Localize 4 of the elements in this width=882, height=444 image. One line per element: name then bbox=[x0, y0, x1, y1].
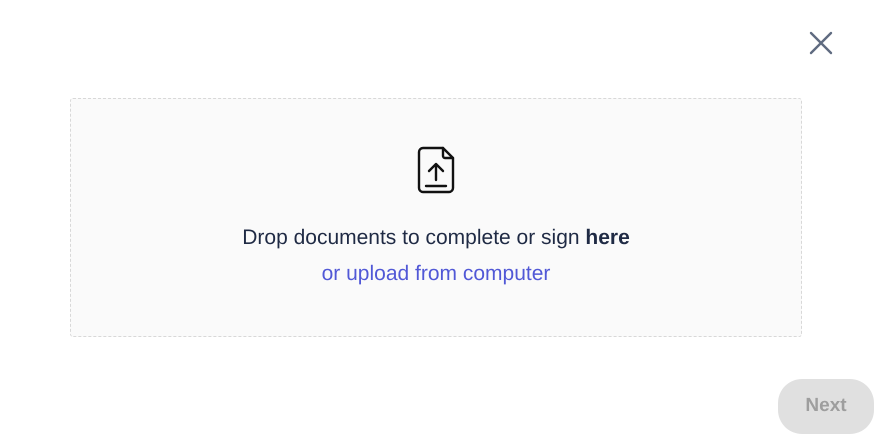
drop-zone[interactable]: Drop documents to complete or sign here or upload from computer bbox=[70, 98, 802, 337]
drop-instruction: Drop documents to complete or sign here bbox=[242, 225, 630, 251]
file-upload-icon bbox=[417, 146, 455, 194]
upload-link[interactable]: or upload from computer bbox=[322, 258, 550, 289]
